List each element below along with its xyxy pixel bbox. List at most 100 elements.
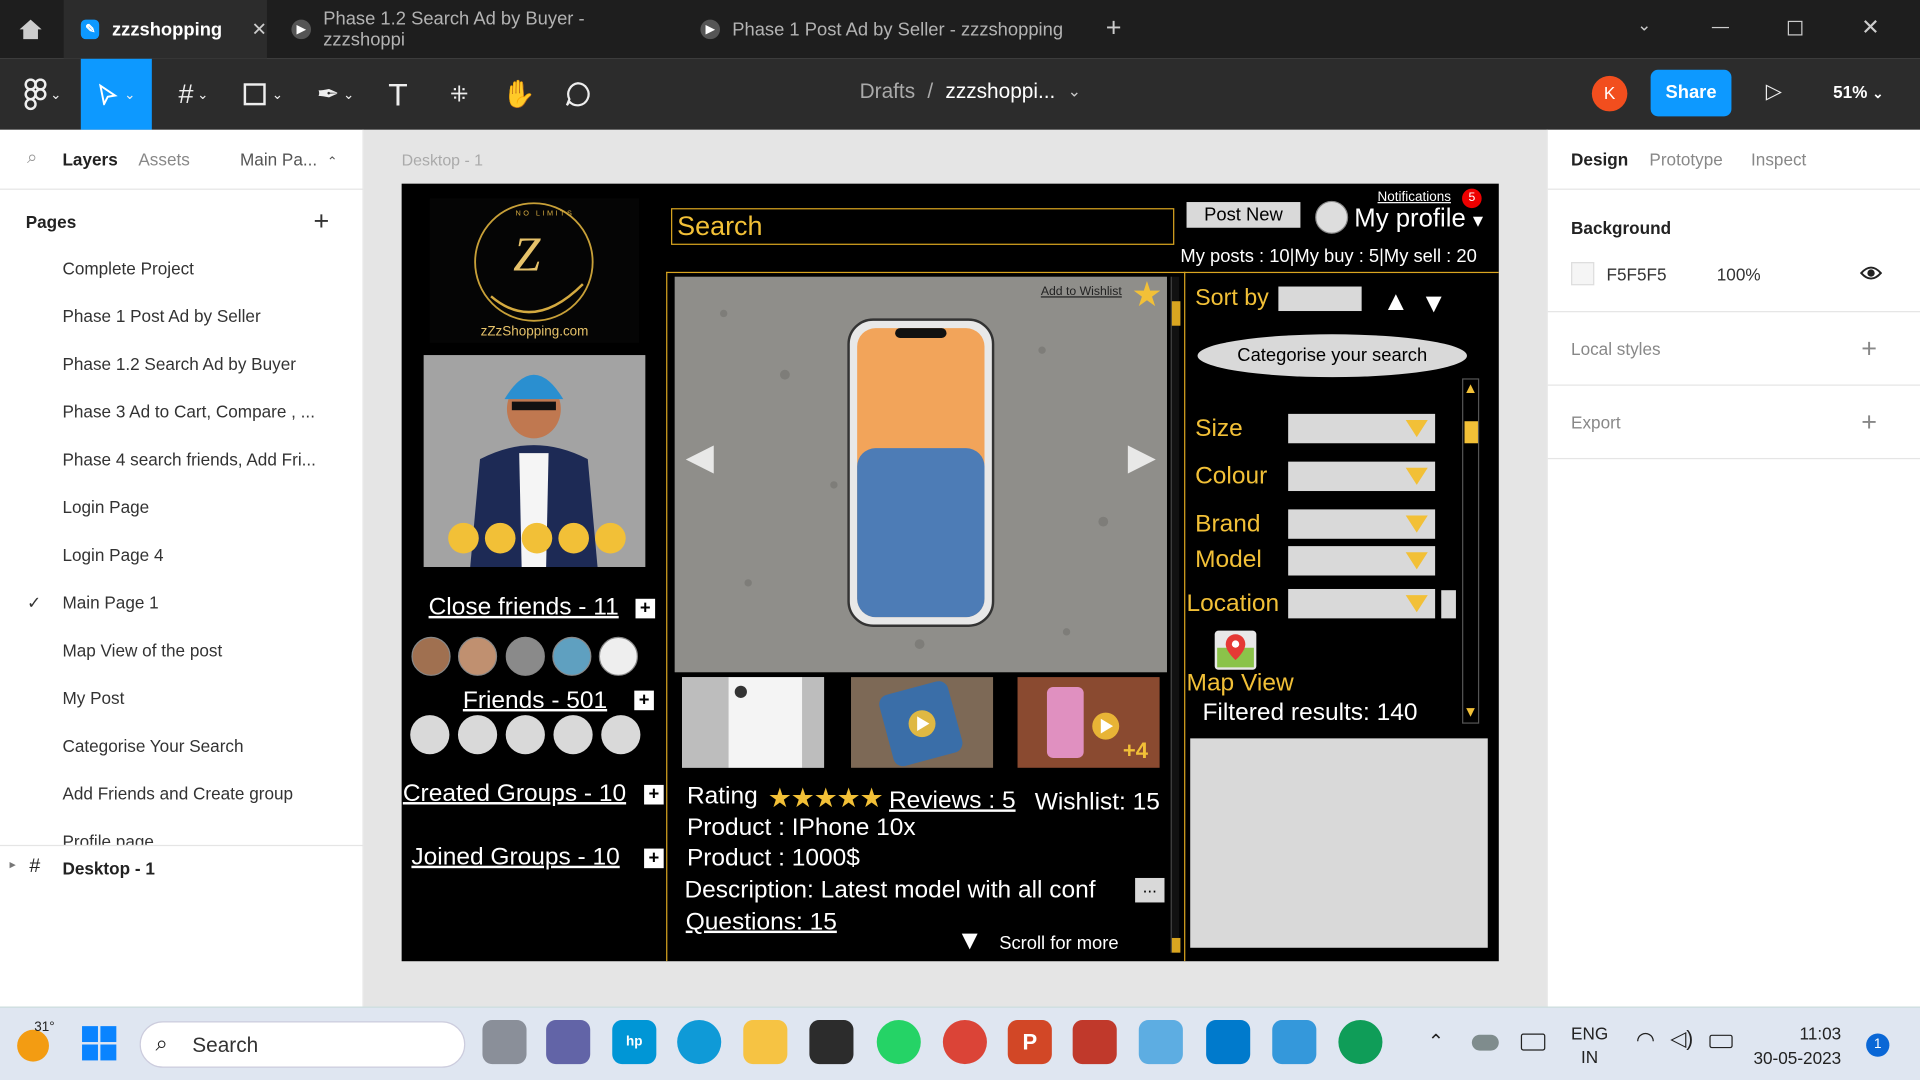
carousel-dot[interactable] [521, 522, 553, 554]
battery-icon[interactable] [1709, 1034, 1733, 1049]
start-windows-icon[interactable] [81, 1025, 118, 1062]
teams-chat-icon[interactable] [546, 1020, 591, 1065]
page-item[interactable]: Phase 1 Post Ad by Seller [0, 293, 362, 341]
notification-center-badge[interactable]: 1 [1866, 1033, 1890, 1057]
file-menu-chevron-icon[interactable]: ⌄ [1068, 82, 1081, 104]
friend-avatar[interactable] [457, 636, 498, 676]
main-menu-icon[interactable]: ⌄ [12, 59, 73, 130]
page-item[interactable]: Complete Project [0, 245, 362, 293]
move-tool-icon[interactable]: ⌄ [80, 58, 152, 130]
grid-app-icon[interactable] [1138, 1020, 1183, 1065]
vscode-icon[interactable] [1206, 1020, 1251, 1065]
edge-icon[interactable] [677, 1020, 722, 1065]
friend-placeholder[interactable] [505, 715, 545, 755]
language-indicator[interactable]: ENG IN [1571, 1022, 1608, 1069]
tray-overflow-icon[interactable]: ⌃ [1428, 1030, 1444, 1054]
search-layers-icon[interactable]: ⌕ [27, 147, 37, 168]
tab-zzzshopping[interactable]: ✎ zzzshopping ✕ [63, 0, 267, 59]
page-item[interactable]: Phase 4 search friends, Add Fri... [0, 436, 362, 484]
snipping-tool-icon[interactable] [1072, 1020, 1117, 1065]
task-view-icon[interactable] [482, 1020, 527, 1065]
colour-dropdown[interactable] [1288, 461, 1436, 492]
chrome-icon[interactable] [942, 1020, 987, 1065]
categorise-search-button[interactable]: Categorise your search [1197, 334, 1467, 378]
wifi-icon[interactable]: ◠ [1636, 1027, 1655, 1053]
product-main-image[interactable] [674, 276, 1167, 673]
map-pin-icon[interactable] [1214, 630, 1257, 670]
friend-avatar[interactable] [552, 636, 592, 676]
sort-by-input[interactable] [1278, 286, 1362, 312]
text-tool-icon[interactable]: T [373, 59, 422, 130]
thumbnail-video[interactable] [851, 677, 994, 768]
page-item[interactable]: Phase 1.2 Search Ad by Buyer [0, 340, 362, 388]
photos-icon[interactable] [1272, 1020, 1317, 1065]
page-item[interactable]: Login Page [0, 484, 362, 532]
filter-scrollbar[interactable]: ▲ ▼ [1462, 378, 1480, 724]
scroll-up-icon[interactable]: ▲ [1463, 380, 1478, 397]
tab-prototype[interactable]: Prototype [1649, 149, 1722, 169]
thumbnail[interactable] [682, 677, 825, 768]
add-friend-icon[interactable]: + [634, 690, 654, 711]
breadcrumb-drafts[interactable]: Drafts [860, 80, 916, 104]
scroll-thumb[interactable] [1171, 301, 1181, 326]
bg-color-swatch[interactable] [1571, 262, 1595, 286]
layer-desktop-1[interactable]: ▸ # Desktop - 1 [0, 856, 362, 888]
page-item-current[interactable]: ✓ Main Page 1 [0, 579, 362, 627]
hand-tool-icon[interactable]: ✋ [496, 59, 543, 130]
add-joined-group-icon[interactable]: + [644, 848, 664, 869]
tab-design[interactable]: Design [1571, 149, 1628, 169]
maximize-icon[interactable] [1787, 20, 1803, 36]
present-icon[interactable]: ▷ [1766, 80, 1782, 104]
visibility-eye-icon[interactable] [1859, 264, 1883, 281]
questions-link[interactable]: Questions: 15 [686, 909, 837, 937]
add-local-style-icon[interactable]: + [1861, 333, 1877, 365]
sort-descending-icon[interactable]: ▼ [1420, 288, 1447, 320]
close-window-icon[interactable]: ✕ [1861, 15, 1879, 41]
size-dropdown[interactable] [1288, 413, 1436, 444]
my-profile-menu[interactable]: My profile ▼ [1354, 204, 1486, 233]
close-friends-link[interactable]: Close friends - 11 [429, 594, 619, 622]
search-box[interactable]: Search [671, 208, 1175, 245]
tab-phase-1-2[interactable]: ▶ Phase 1.2 Search Ad by Buyer - zzzshop… [291, 0, 671, 59]
reviews-link[interactable]: Reviews : 5 [889, 787, 1016, 815]
sort-ascending-icon[interactable]: ▲ [1382, 285, 1409, 317]
model-dropdown[interactable] [1288, 546, 1436, 576]
notifications-link[interactable]: Notifications [1378, 190, 1451, 205]
file-explorer-icon[interactable] [743, 1020, 788, 1065]
friend-placeholder[interactable] [553, 715, 593, 755]
more-description-button[interactable]: ... [1135, 877, 1165, 903]
prev-image-icon[interactable]: ◀ [686, 436, 714, 479]
page-item[interactable]: Profile page [0, 818, 362, 844]
friends-link[interactable]: Friends - 501 [463, 687, 607, 715]
tab-layers[interactable]: Layers [62, 149, 117, 169]
wishlist-star-icon[interactable]: ★ [1131, 274, 1162, 314]
add-close-friend-icon[interactable]: + [635, 598, 656, 619]
chrome-profile-icon[interactable] [1338, 1020, 1383, 1065]
brand-dropdown[interactable] [1288, 509, 1436, 539]
tab-assets[interactable]: Assets [138, 149, 189, 169]
friend-avatar[interactable] [598, 636, 638, 676]
scroll-for-more[interactable]: Scroll for more [999, 933, 1118, 954]
page-item[interactable]: Phase 3 Ad to Cart, Compare , ... [0, 388, 362, 436]
myhp-icon[interactable]: hp [612, 1020, 657, 1065]
post-new-button[interactable]: Post New [1186, 202, 1301, 228]
share-button[interactable]: Share [1650, 69, 1732, 117]
carousel-dot[interactable] [595, 522, 626, 554]
scroll-down-icon[interactable]: ▼ [956, 924, 983, 956]
expand-caret-icon[interactable]: ▸ [10, 858, 16, 871]
map-view-link[interactable]: Map View [1187, 670, 1294, 698]
page-selector[interactable]: Main Pa... ⌃ [240, 149, 337, 169]
page-item[interactable]: Map View of the post [0, 627, 362, 675]
page-item[interactable]: Add Friends and Create group [0, 770, 362, 818]
shape-tool-icon[interactable]: ⌄ [233, 59, 294, 130]
friend-placeholder[interactable] [457, 715, 498, 755]
add-page-icon[interactable]: + [313, 206, 329, 238]
zoom-level[interactable]: 51% ⌄ [1833, 82, 1884, 102]
whatsapp-icon[interactable] [876, 1020, 921, 1065]
add-created-group-icon[interactable]: + [644, 785, 664, 805]
image-scrollbar[interactable] [1170, 276, 1181, 953]
pen-tool-icon[interactable]: ✒ ⌄ [305, 59, 366, 130]
page-item[interactable]: Categorise Your Search [0, 722, 362, 770]
page-item[interactable]: My Post [0, 675, 362, 723]
tab-phase-1[interactable]: ▶ Phase 1 Post Ad by Seller - zzzshoppin… [700, 0, 1067, 59]
